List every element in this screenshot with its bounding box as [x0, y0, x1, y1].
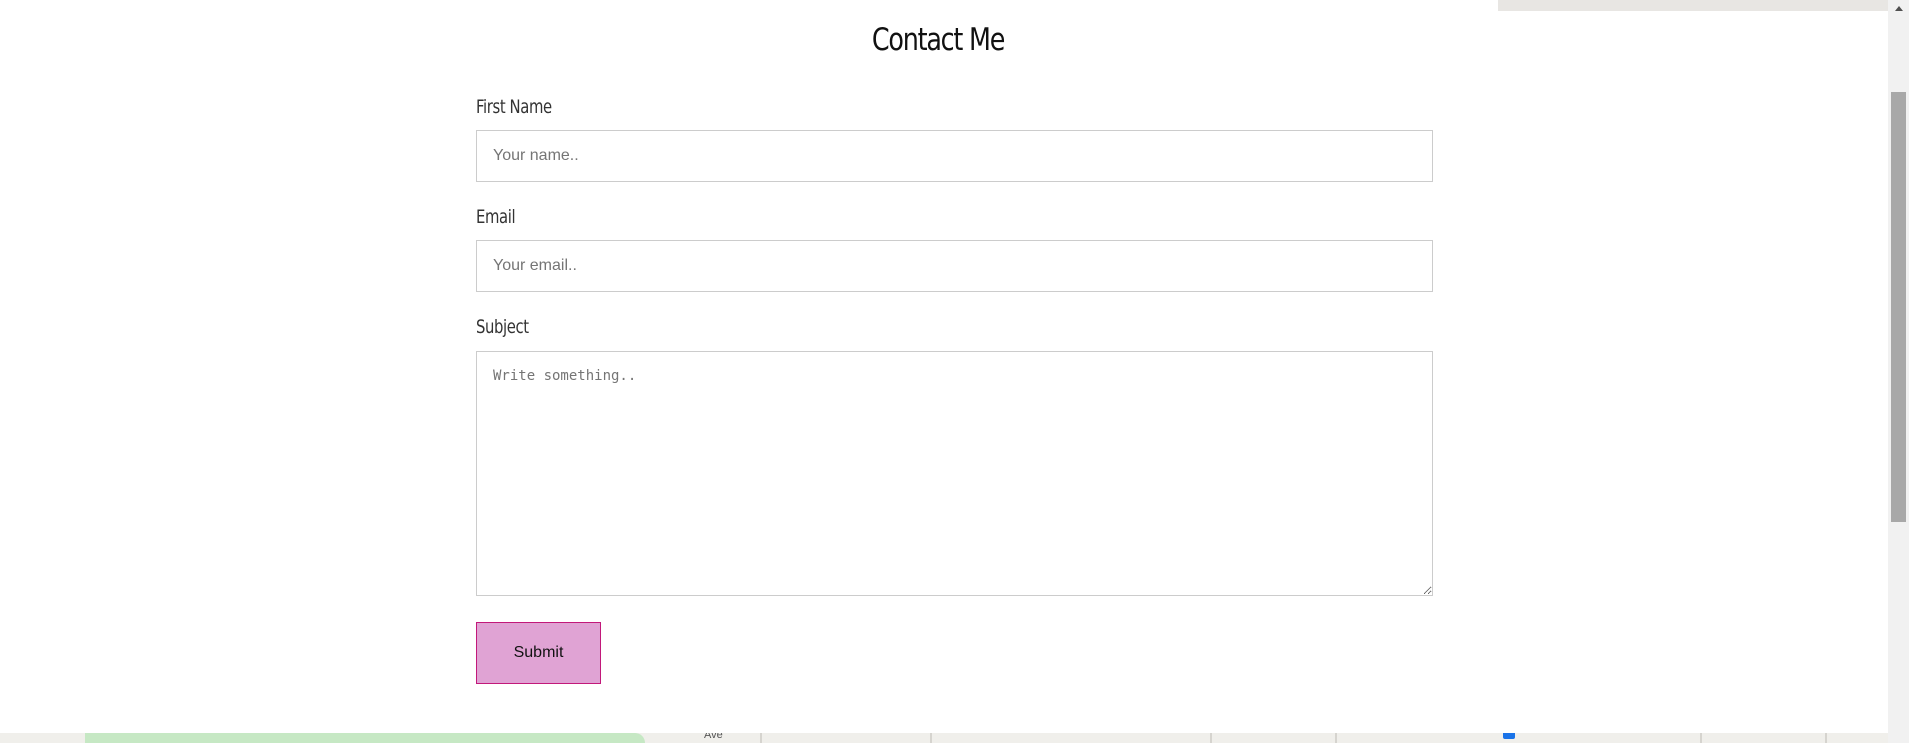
map-park-area	[85, 733, 645, 743]
map-road	[1335, 733, 1337, 743]
email-label: Email	[476, 206, 516, 228]
map-embed[interactable]: Ave	[0, 733, 1888, 743]
subject-textarea[interactable]	[476, 351, 1433, 596]
scrollbar-thumb[interactable]	[1891, 92, 1906, 522]
arrow-up-icon	[1894, 6, 1903, 11]
map-road	[1700, 733, 1702, 743]
first-name-input[interactable]	[476, 130, 1433, 182]
subject-label: Subject	[476, 316, 529, 338]
map-road	[930, 733, 932, 743]
map-marker-icon	[1503, 733, 1515, 739]
email-input[interactable]	[476, 240, 1433, 292]
map-road	[1210, 733, 1212, 743]
page: Contact Me First Name Email Subject Subm…	[0, 0, 1888, 743]
first-name-label: First Name	[476, 96, 552, 118]
map-street-label: Ave	[704, 733, 723, 741]
map-road	[760, 733, 762, 743]
submit-button[interactable]: Submit	[476, 622, 601, 684]
top-strip	[1498, 0, 1888, 11]
vertical-scrollbar[interactable]	[1888, 0, 1909, 743]
page-title: Contact Me	[871, 22, 1005, 58]
map-road	[1825, 733, 1827, 743]
scroll-up-button[interactable]	[1888, 0, 1909, 17]
